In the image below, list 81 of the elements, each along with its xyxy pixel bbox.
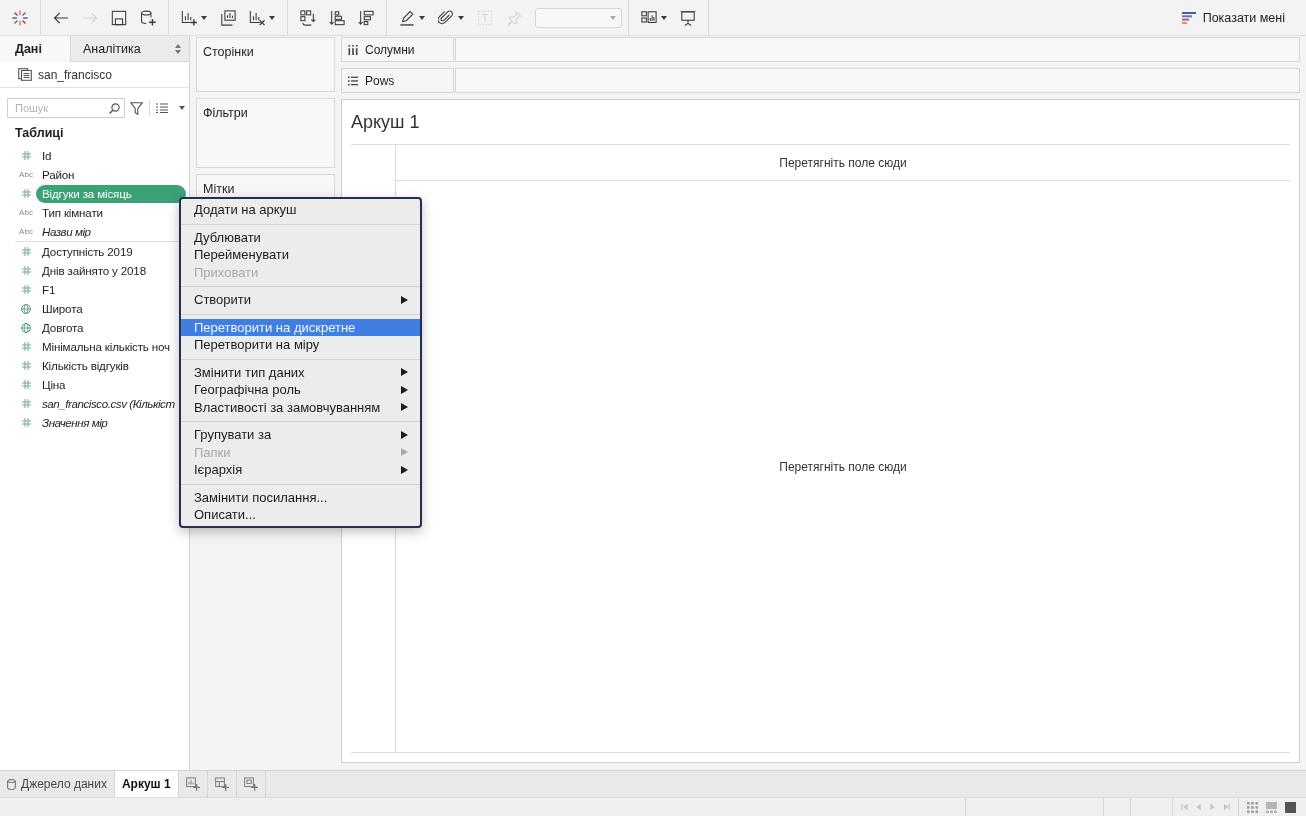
- menu-item[interactable]: Змінити тип даних: [181, 363, 420, 381]
- caret-icon: [179, 106, 185, 110]
- card-title: Фільтри: [203, 106, 248, 120]
- field-item[interactable]: Назви мір: [36, 222, 91, 241]
- filter-icon: [130, 101, 143, 115]
- pane-tab[interactable]: Аналітика: [70, 36, 189, 62]
- field-item[interactable]: Мінімальна кількість ноч: [36, 337, 170, 356]
- menu-item[interactable]: Описати...: [181, 506, 420, 524]
- card-title: Мітки: [203, 182, 235, 196]
- field-item[interactable]: F1: [36, 280, 56, 299]
- hash-icon: [21, 342, 31, 351]
- menu-item[interactable]: Географічна роль: [181, 381, 420, 399]
- hash-icon: [21, 418, 31, 427]
- show-me-button[interactable]: Показати мені: [1177, 7, 1289, 28]
- field-item[interactable]: Довгота: [36, 318, 84, 337]
- data-source-name[interactable]: san_francisco: [38, 67, 113, 82]
- menu-item[interactable]: Групувати за: [181, 426, 420, 444]
- menu-item[interactable]: Створити: [181, 291, 420, 309]
- square-icon[interactable]: [1285, 801, 1296, 813]
- document-icon: [18, 68, 32, 81]
- sheet-title: Аркуш 1: [351, 111, 421, 134]
- shelf-title: Солумни: [365, 42, 415, 57]
- field-item[interactable]: Доступність 2019: [36, 242, 133, 261]
- drop-hint: Перетягніть поле сюди: [779, 155, 907, 170]
- hash-icon: [21, 361, 31, 370]
- caret-icon: [419, 15, 425, 20]
- menu-item[interactable]: Властивості за замовчуванням: [181, 398, 420, 416]
- data-type-label: Abc: [19, 207, 33, 218]
- caret-icon: [458, 15, 464, 20]
- field-item[interactable]: Широта: [36, 299, 83, 318]
- menu-item[interactable]: Перейменувати: [181, 246, 420, 264]
- hash-icon: [21, 285, 31, 294]
- field-item[interactable]: Тип кімнати: [36, 203, 103, 222]
- search-field[interactable]: Пошук: [7, 98, 125, 118]
- filter-button[interactable]: [130, 100, 143, 116]
- field-item[interactable]: Район: [36, 165, 75, 184]
- hash-icon: [21, 247, 31, 256]
- pane-tab[interactable]: Дані: [0, 36, 70, 62]
- submenu-arrow-icon: [401, 295, 408, 304]
- search-icon: [109, 102, 120, 114]
- menu-item[interactable]: Перетворити на дискретне: [181, 318, 420, 336]
- hash-icon: [21, 151, 31, 160]
- field-item[interactable]: Днів зайнято у 2018: [36, 261, 146, 280]
- field-item[interactable]: san_francisco.csv (Кількіст: [36, 394, 175, 413]
- hash-icon: [21, 399, 31, 408]
- grid-plus-icon: [214, 777, 229, 791]
- card-title: Сторінки: [203, 45, 254, 59]
- field-item[interactable]: Значення мір: [36, 413, 108, 432]
- data-type-label: Abc: [19, 226, 33, 237]
- caret-icon: [661, 15, 667, 20]
- frame-plus-icon: [243, 777, 258, 791]
- data-type-label: Abc: [19, 169, 33, 180]
- hash-icon: [21, 266, 31, 275]
- menu-item[interactable]: Ієрархія: [181, 461, 420, 479]
- menu-item[interactable]: Дублювати: [181, 228, 420, 246]
- shelf-title: Pows: [365, 73, 395, 88]
- database-icon: [7, 778, 16, 790]
- hash-icon: [21, 189, 31, 198]
- globe-icon: [21, 303, 31, 314]
- field-item[interactable]: Кількість відгуків: [36, 356, 129, 375]
- globe-icon: [21, 322, 31, 333]
- caret-icon: [610, 15, 616, 20]
- sheet-plus-icon: [185, 777, 200, 791]
- drop-hint: Перетягніть поле сюди: [779, 459, 907, 474]
- caret-icon: [269, 15, 275, 20]
- bar-chart-icon: [1181, 11, 1196, 24]
- bullet-list-icon: [348, 75, 358, 86]
- list-icon: [156, 103, 168, 113]
- caret-icon: [201, 15, 207, 20]
- menu-item[interactable]: Замінити посилання...: [181, 488, 420, 506]
- menu-item[interactable]: Перетворити на міру: [181, 336, 420, 354]
- sheet-tab[interactable]: Аркуш 1: [114, 771, 179, 797]
- updown-arrows-icon: [175, 43, 181, 54]
- field-item[interactable]: Id: [36, 146, 52, 165]
- menu-item[interactable]: Додати на аркуш: [181, 201, 420, 219]
- dot-grid-icon[interactable]: [1247, 801, 1258, 813]
- field-item[interactable]: Ціна: [36, 375, 66, 394]
- section-title: Таблиці: [14, 125, 65, 142]
- view-options-button[interactable]: [156, 100, 185, 116]
- hash-icon: [21, 380, 31, 389]
- columns-icon: [348, 44, 358, 55]
